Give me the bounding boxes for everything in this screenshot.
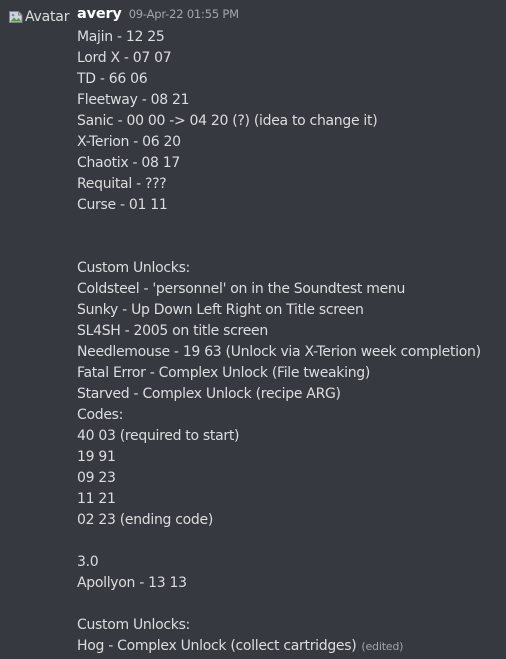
message-line: Apollyon - 13 13 — [77, 575, 187, 591]
message-line-last: Hog - Complex Unlock (collect cartridges… — [77, 636, 502, 657]
message-line: Lord X - 07 07 — [77, 50, 172, 66]
edited-indicator[interactable]: (edited) — [361, 640, 403, 653]
message-header: avery 09-Apr-22 01:55 PM — [77, 6, 239, 28]
message-line: Sunky - Up Down Left Right on Title scre… — [77, 302, 364, 318]
message-line: 19 91 — [77, 449, 116, 465]
message-content: Majin - 12 25 Lord X - 07 07 TD - 66 06 … — [77, 27, 502, 657]
message-line: TD - 66 06 — [77, 71, 148, 87]
section-heading: Custom Unlocks: — [77, 260, 190, 276]
message-line: X-Terion - 06 20 — [77, 134, 181, 150]
message-line: Fatal Error - Complex Unlock (File tweak… — [77, 365, 371, 381]
avatar[interactable]: Avatar — [8, 8, 69, 26]
message-line: Needlemouse - 19 63 (Unlock via X-Terion… — [77, 344, 481, 360]
message-line: SL4SH - 2005 on title screen — [77, 323, 268, 339]
message-line: Coldsteel - 'personnel' on in the Soundt… — [77, 281, 406, 297]
chat-message: Avatar avery 09-Apr-22 01:55 PM Majin - … — [0, 0, 506, 659]
avatar-alt-text: Avatar — [25, 9, 70, 25]
message-line-text: Hog - Complex Unlock (collect cartridges… — [77, 638, 357, 654]
message-line: Sanic - 00 00 -> 04 20 (?) (idea to chan… — [77, 113, 378, 129]
message-line: Requital - ??? — [77, 176, 167, 192]
message-line: Fleetway - 08 21 — [77, 92, 190, 108]
message-line: 11 21 — [77, 491, 116, 507]
message-line: 3.0 — [77, 554, 99, 570]
message-line: Starved - Complex Unlock (recipe ARG) — [77, 386, 341, 402]
section-heading: Custom Unlocks: — [77, 617, 190, 633]
message-line: 09 23 — [77, 470, 116, 486]
username[interactable]: avery — [77, 6, 122, 22]
message-line: 02 23 (ending code) — [77, 512, 213, 528]
message-line: Chaotix - 08 17 — [77, 155, 180, 171]
timestamp[interactable]: 09-Apr-22 01:55 PM — [129, 7, 239, 21]
message-line: Curse - 01 11 — [77, 197, 168, 213]
broken-image-icon — [9, 11, 23, 23]
message-line: Majin - 12 25 — [77, 29, 165, 45]
message-line: 40 03 (required to start) — [77, 428, 240, 444]
section-heading: Codes: — [77, 407, 124, 423]
